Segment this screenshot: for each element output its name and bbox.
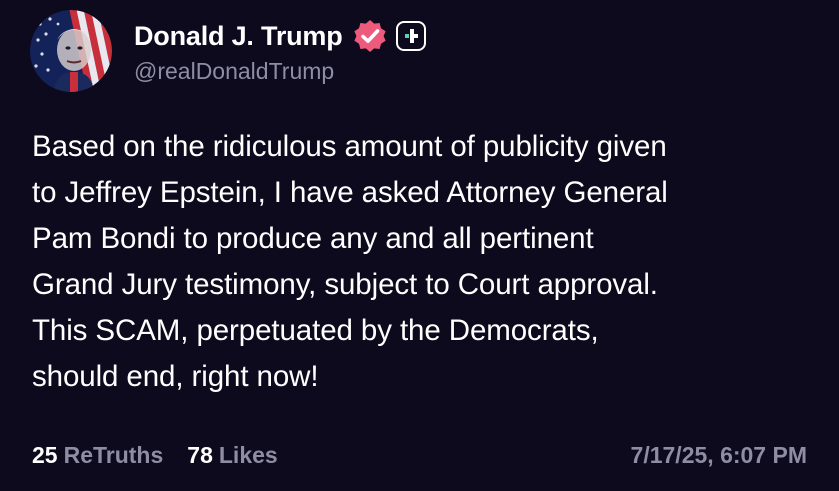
profile-avatar[interactable] — [30, 10, 112, 92]
verified-badge-icon — [352, 18, 388, 54]
add-follow-icon — [404, 29, 418, 43]
truth-post: Donald J. Trump @realDonaldTrump Based o… — [0, 0, 839, 491]
author-name-row: Donald J. Trump — [134, 16, 426, 56]
author-handle[interactable]: @realDonaldTrump — [134, 58, 334, 85]
likes-count: 78 — [187, 442, 213, 468]
author-display-name[interactable]: Donald J. Trump — [134, 21, 343, 52]
post-stats: 25 ReTruths 78 Likes — [32, 442, 278, 469]
likes-stat[interactable]: 78 Likes — [187, 442, 277, 469]
follow-button[interactable] — [395, 21, 426, 51]
retruths-stat[interactable]: 25 ReTruths — [32, 442, 163, 469]
retruths-label: ReTruths — [63, 442, 164, 468]
likes-label: Likes — [218, 442, 278, 468]
retruths-count: 25 — [32, 442, 58, 468]
post-body-text: Based on the ridiculous amount of public… — [32, 130, 668, 393]
post-timestamp[interactable]: 7/17/25, 6:07 PM — [631, 442, 807, 469]
